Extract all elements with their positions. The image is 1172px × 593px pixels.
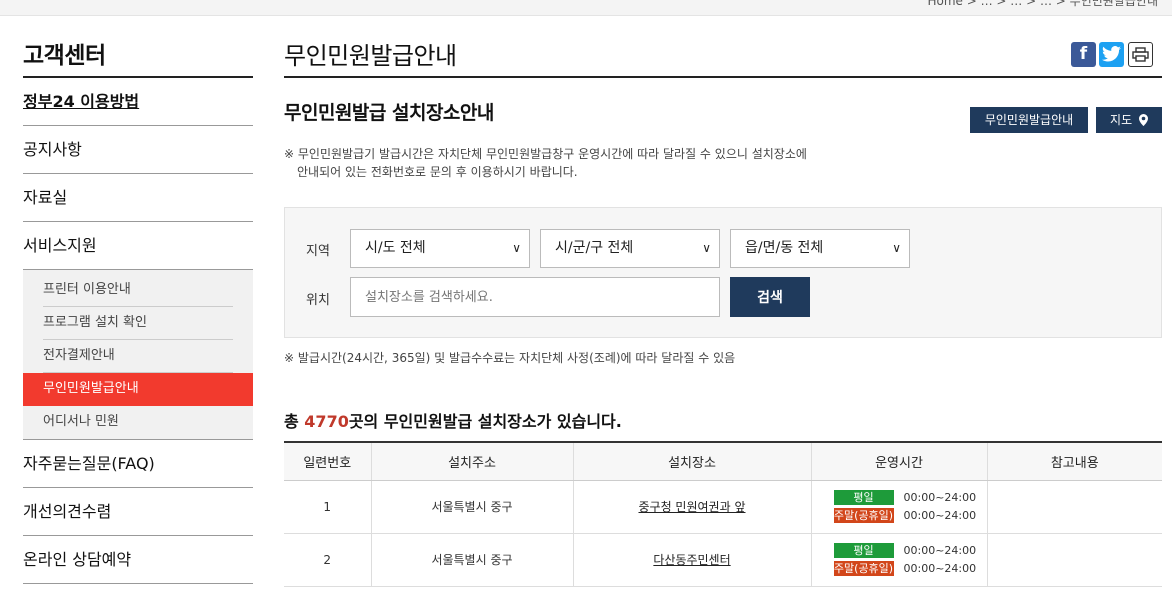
cell-note (986, 533, 1162, 587)
map-button[interactable]: 지도 (1096, 107, 1162, 133)
total-count: 4770 (304, 412, 349, 431)
col-header-note: 참고내용 (986, 441, 1162, 481)
sidebar-subitem-anywhere[interactable]: 어디서나 민원 (43, 406, 233, 439)
total-suffix: 곳의 무인민원발급 설치장소가 있습니다. (348, 412, 622, 431)
table-header-row: 일련번호 설치주소 설치장소 운영시간 참고내용 (284, 441, 1162, 481)
weekend-badge: 주말(공휴일) (833, 508, 894, 523)
cell-no: 1 (284, 480, 371, 534)
sidebar-item-consult[interactable]: 온라인 상담예약 (23, 536, 253, 584)
search-button[interactable]: 검색 (730, 277, 810, 317)
sido-select[interactable]: 시/도 전체 ∨ (350, 229, 530, 268)
twitter-icon[interactable] (1099, 42, 1124, 67)
sidebar-subitem-program[interactable]: 프로그램 설치 확인 (43, 307, 233, 340)
cell-place: 다산동주민센터 (572, 533, 811, 587)
sidebar-title: 고객센터 (23, 43, 106, 69)
sidebar-subitem-printer[interactable]: 프린터 이용안내 (43, 274, 233, 307)
total-prefix: 총 (284, 412, 305, 431)
kiosk-location-table: 일련번호 설치주소 설치장소 운영시간 참고내용 1 서울특별시 중구 중구청 … (284, 441, 1162, 587)
weekday-time: 00:00~24:00 (903, 544, 977, 557)
cell-hours: 평일 00:00~24:00 주말(공휴일) 00:00~24:00 (810, 533, 987, 587)
table-row: 2 서울특별시 중구 다산동주민센터 평일 00:00~24:00 주말(공휴일)… (284, 533, 1162, 587)
weekend-time: 00:00~24:00 (903, 509, 977, 522)
weekday-badge: 평일 (833, 543, 894, 558)
weekday-time: 00:00~24:00 (903, 491, 977, 504)
notice-line-2: 안내되어 있는 전화번호로 문의 후 이용하시기 바랍니다. (297, 165, 578, 179)
col-header-place: 설치장소 (572, 441, 811, 481)
sidebar-item-library[interactable]: 자료실 (23, 174, 253, 222)
notice-line-1: ※ 무인민원발급기 발급시간은 자치단체 무인민원발급창구 운영시간에 따라 달… (284, 147, 807, 161)
cell-address: 서울특별시 중구 (370, 480, 573, 534)
chevron-down-icon: ∨ (512, 241, 521, 255)
top-utility-bar: Home > … > … > … > 무인민원발급안내 (0, 0, 1172, 16)
sigungu-select[interactable]: 시/군/구 전체 ∨ (540, 229, 720, 268)
kiosk-guide-button[interactable]: 무인민원발급안내 (970, 107, 1088, 133)
region-label: 지역 (306, 244, 330, 259)
eupmyeon-value: 읍/면/동 전체 (745, 240, 824, 256)
place-link[interactable]: 중구청 민원여권과 앞 (639, 500, 746, 514)
page-title-divider (284, 76, 1162, 78)
weekend-badge: 주말(공휴일) (833, 561, 894, 576)
chevron-down-icon: ∨ (702, 241, 711, 255)
sidebar-item-faq[interactable]: 자주묻는질문(FAQ) (23, 440, 253, 488)
total-count-text: 총 4770곳의 무인민원발급 설치장소가 있습니다. (284, 408, 622, 432)
notice-text: ※ 무인민원발급기 발급시간은 자치단체 무인민원발급창구 운영시간에 따라 달… (284, 145, 807, 181)
sigungu-value: 시/군/구 전체 (555, 240, 634, 256)
col-header-address: 설치주소 (370, 441, 573, 481)
location-search-input[interactable] (350, 277, 720, 317)
page-title: 무인민원발급안내 (284, 42, 457, 70)
sidebar-subitem-kiosk[interactable]: 무인민원발급안내 (23, 373, 253, 406)
sido-value: 시/도 전체 (365, 240, 426, 256)
sidebar-subitem-payment[interactable]: 전자결제안내 (43, 340, 233, 373)
weekday-badge: 평일 (833, 490, 894, 505)
sidebar-submenu: 프린터 이용안내 프로그램 설치 확인 전자결제안내 무인민원발급안내 어디서나… (23, 270, 253, 440)
weekend-time: 00:00~24:00 (903, 562, 977, 575)
chevron-down-icon: ∨ (892, 241, 901, 255)
eupmyeon-select[interactable]: 읍/면/동 전체 ∨ (730, 229, 910, 268)
table-row: 1 서울특별시 중구 중구청 민원여권과 앞 평일 00:00~24:00 주말(… (284, 480, 1162, 534)
sidebar-item-notice[interactable]: 공지사항 (23, 126, 253, 174)
col-header-hours: 운영시간 (810, 441, 987, 481)
print-icon[interactable] (1128, 42, 1153, 67)
sidebar-item-usage[interactable]: 정부24 이용방법 (23, 78, 253, 126)
cell-hours: 평일 00:00~24:00 주말(공휴일) 00:00~24:00 (810, 480, 987, 534)
col-header-no: 일련번호 (284, 441, 371, 481)
sidebar-menu: 정부24 이용방법 공지사항 자료실 서비스지원 프린터 이용안내 프로그램 설… (23, 78, 253, 584)
map-button-label: 지도 (1110, 113, 1133, 127)
map-pin-icon (1138, 114, 1148, 126)
cell-address: 서울특별시 중구 (370, 533, 573, 587)
cell-place: 중구청 민원여권과 앞 (572, 480, 811, 534)
place-link[interactable]: 다산동주민센터 (653, 553, 730, 567)
section-title: 무인민원발급 설치장소안내 (284, 102, 494, 124)
sidebar-item-service-support[interactable]: 서비스지원 (23, 222, 253, 270)
location-label: 위치 (306, 293, 330, 308)
facebook-icon[interactable]: f (1071, 42, 1096, 67)
sidebar-item-feedback[interactable]: 개선의견수렴 (23, 488, 253, 536)
cell-no: 2 (284, 533, 371, 587)
search-panel: 지역 시/도 전체 ∨ 시/군/구 전체 ∨ 읍/면/동 전체 ∨ 위치 검색 (284, 207, 1162, 338)
breadcrumb: Home > … > … > … > 무인민원발급안내 (927, 0, 1159, 8)
fee-notice: ※ 발급시간(24시간, 365일) 및 발급수수료는 자치단체 사정(조례)에… (284, 351, 736, 365)
cell-note (986, 480, 1162, 534)
